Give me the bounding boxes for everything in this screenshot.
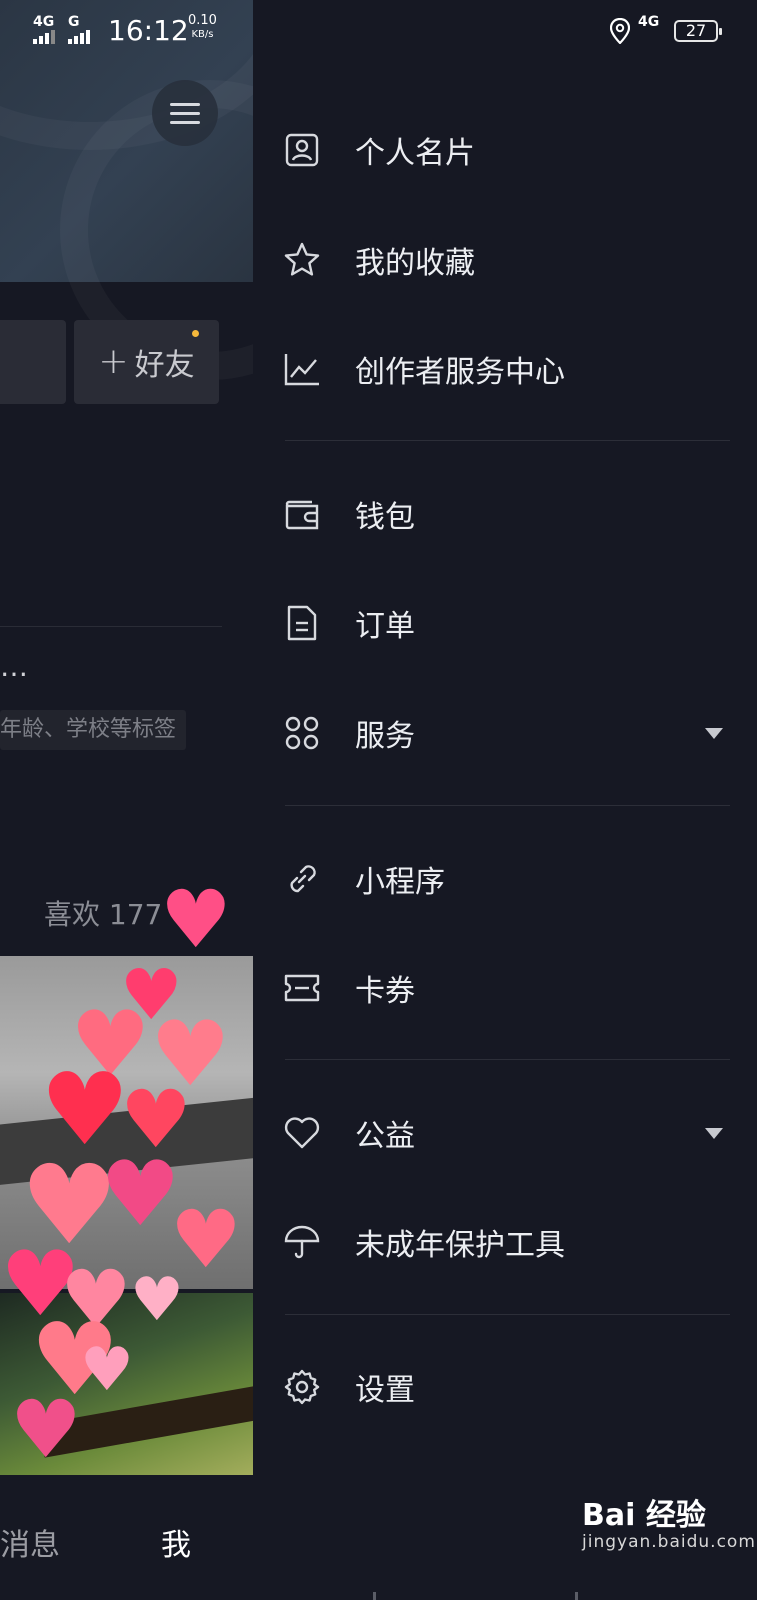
likes-tab[interactable]: 喜欢 177 <box>44 893 162 933</box>
heart-icon: ♥ <box>160 873 232 966</box>
status-bar: 4G G 16:12 0.10 KB/s 4G 27 <box>0 0 757 60</box>
menu-item-orders[interactable]: 订单 <box>253 587 757 659</box>
tab-me[interactable]: 我 <box>161 1520 191 1564</box>
divider <box>0 626 222 627</box>
network-speed: 0.10 KB/s <box>188 13 217 41</box>
menu-item-label: 未成年保护工具 <box>355 1228 565 1263</box>
menu-item-label: 卡券 <box>355 974 415 1009</box>
location-icon <box>610 18 630 44</box>
menu-item-services[interactable]: 服务 <box>253 697 757 769</box>
menu-item-coupons[interactable]: 卡券 <box>253 952 757 1024</box>
chart-icon <box>283 350 321 388</box>
menu-item-label: 小程序 <box>355 865 445 900</box>
menu-item-label: 我的收藏 <box>355 246 475 281</box>
heart-icon: ♥ <box>80 1335 134 1405</box>
status-time: 16:12 <box>108 14 189 47</box>
heart-icon: ♥ <box>10 1383 82 1476</box>
baidu-jingyan-watermark: Bai 经验 jingyan.baidu.com <box>582 1498 756 1552</box>
notification-dot <box>192 330 199 337</box>
wallet-icon <box>283 495 321 533</box>
order-document-icon <box>283 604 321 642</box>
apps-grid-icon <box>283 714 321 752</box>
tab-message[interactable]: 消息 <box>0 1520 60 1564</box>
profile-page-background: + 好友 … 年龄、学校等标签 喜欢 177 ♥ ♥ ♥ ♥ ♥ ♥ ♥ ♥ ♥… <box>0 0 253 1600</box>
cellular-signal-icon: 4G <box>33 14 59 48</box>
ticket-icon <box>283 969 321 1007</box>
menu-item-label: 个人名片 <box>355 136 475 171</box>
menu-item-settings[interactable]: 设置 <box>253 1351 757 1423</box>
edit-profile-button[interactable] <box>0 320 66 404</box>
menu-item-charity[interactable]: 公益 <box>253 1097 757 1169</box>
cellular-signal-icon: G <box>68 14 98 48</box>
gear-icon <box>283 1368 321 1406</box>
heart-icon <box>283 1114 321 1152</box>
menu-item-label: 订单 <box>355 609 415 644</box>
menu-item-label: 钱包 <box>355 500 415 535</box>
divider <box>285 1314 730 1315</box>
profile-card-icon <box>283 131 321 169</box>
expand-caret-icon[interactable] <box>705 1127 723 1139</box>
menu-item-creator-center[interactable]: 创作者服务中心 <box>253 333 757 405</box>
battery-icon: 27 <box>674 20 722 42</box>
add-friend-label: 好友 <box>134 348 195 383</box>
menu-item-label: 公益 <box>355 1119 415 1154</box>
divider <box>285 805 730 806</box>
expand-caret-icon[interactable] <box>705 727 723 739</box>
menu-item-favorites[interactable]: 我的收藏 <box>253 224 757 296</box>
nav-indicator <box>373 1592 376 1600</box>
heart-icon: ♥ <box>130 1265 184 1335</box>
plus-icon: + <box>98 341 129 382</box>
bio-tags-hint[interactable]: 年龄、学校等标签 <box>0 710 187 750</box>
divider <box>285 1059 730 1060</box>
menu-item-profile-card[interactable]: 个人名片 <box>253 114 757 186</box>
menu-item-wallet[interactable]: 钱包 <box>253 478 757 550</box>
menu-item-label: 创作者服务中心 <box>355 355 565 390</box>
umbrella-icon <box>283 1223 321 1261</box>
divider <box>285 440 730 441</box>
cellular-signal-icon: 4G <box>638 14 660 30</box>
menu-item-mini-programs[interactable]: 小程序 <box>253 843 757 915</box>
star-icon <box>283 241 321 279</box>
menu-item-label: 服务 <box>355 719 415 754</box>
side-drawer-menu: 个人名片 我的收藏 创作者服务中心 钱包 订单 服务 小程序 卡券 公益 未成年… <box>253 0 757 1600</box>
menu-item-label: 设置 <box>355 1373 415 1408</box>
menu-item-minor-protection[interactable]: 未成年保护工具 <box>253 1206 757 1278</box>
heart-icon: ♥ <box>100 1142 181 1247</box>
menu-toggle-button[interactable] <box>152 80 218 146</box>
nav-indicator <box>575 1592 578 1600</box>
mini-program-link-icon <box>283 860 321 898</box>
bio-text: … <box>0 650 30 683</box>
